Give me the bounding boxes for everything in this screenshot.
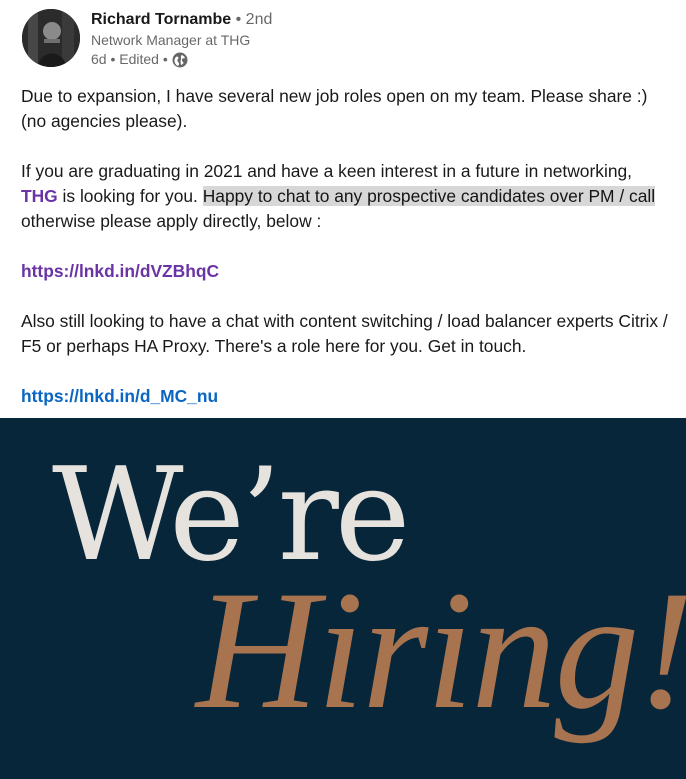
graduates-text-end: otherwise please apply directly, below : [21, 211, 322, 231]
hiring-image[interactable]: We’re Hiring! [0, 418, 686, 779]
company-mention-link[interactable]: THG [21, 186, 58, 206]
connection-degree: • 2nd [231, 11, 273, 28]
actor-name[interactable]: Richard Tornambe [91, 11, 231, 28]
post-actor[interactable]: Richard Tornambe • 2nd Network Manager a… [20, 9, 660, 71]
feed-post: Richard Tornambe • 2nd Network Manager a… [0, 0, 686, 779]
globe-icon [172, 52, 188, 68]
avatar[interactable] [22, 9, 80, 67]
paragraph-expansion: Due to expansion, I have several new job… [21, 86, 648, 131]
post-time: 6d • Edited • [91, 51, 168, 67]
graduates-text: If you are graduating in 2021 and have a… [21, 161, 633, 181]
job-link-2[interactable]: https://lnkd.in/d_MC_nu [21, 386, 218, 406]
actor-headline: Network Manager at THG [91, 32, 251, 48]
job-link-1[interactable]: https://lnkd.in/dVZBhqC [21, 261, 219, 281]
graduates-text-mid: is looking for you. [57, 186, 203, 206]
post-commentary: Due to expansion, I have several new job… [21, 84, 673, 434]
image-line-hiring: Hiring! [194, 556, 686, 744]
paragraph-link2: https://lnkd.in/d_MC_nu [21, 384, 673, 409]
paragraph-link1: https://lnkd.in/dVZBhqC [21, 259, 673, 284]
paragraph-experts: Also still looking to have a chat with c… [21, 311, 668, 356]
paragraph-graduates: If you are graduating in 2021 and have a… [21, 159, 673, 234]
highlighted-text: Happy to chat to any prospective candida… [202, 186, 656, 206]
post-meta: 6d • Edited • [91, 50, 272, 69]
